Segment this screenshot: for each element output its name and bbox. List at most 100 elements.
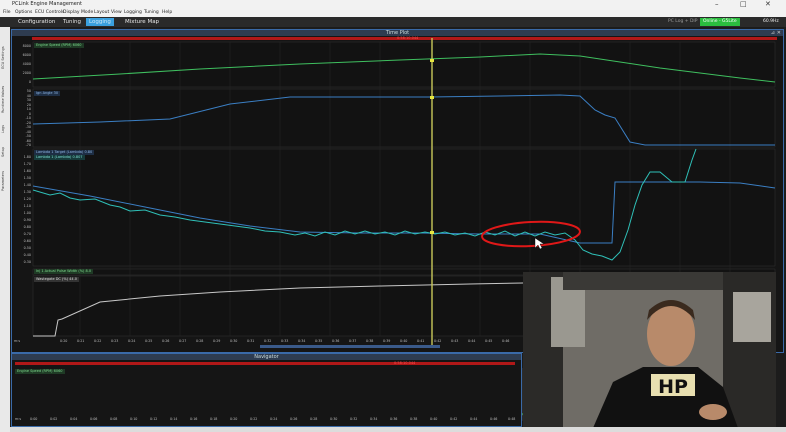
nav-x-tick: 0:22: [250, 417, 258, 421]
nav-x-tick: 0:00: [30, 417, 38, 421]
lambda-tick: 1.80: [23, 155, 31, 159]
nav-x-tick: 0:32: [350, 417, 358, 421]
nav-x-tick: 0:40: [430, 417, 438, 421]
x-tick: 0:30: [230, 339, 238, 343]
webcam-video-overlay: HP: [523, 272, 776, 428]
ign-tick: 0: [28, 111, 31, 116]
navigator-panel: Navigator 0:58:10.044: [11, 353, 522, 427]
x-tick: 0:36: [332, 339, 340, 343]
x-tick: 0:46: [502, 339, 510, 343]
lambda-tick: 0.90: [23, 218, 31, 222]
nav-x-tick: 0:34: [370, 417, 378, 421]
nav-x-tick: 0:48: [508, 417, 516, 421]
lambda-tick: 0.70: [23, 232, 31, 236]
x-tick: 0:44: [468, 339, 476, 343]
x-tick: 0:43: [451, 339, 459, 343]
lambda-tick: 1.20: [23, 197, 31, 201]
nav-x-tick: 0:12: [150, 417, 158, 421]
ign-tick: 40: [26, 93, 31, 98]
nav-x-tick: 0:06: [90, 417, 98, 421]
channel-label-lambda-actual[interactable]: Lambda 1 (Lambda) 0.807: [34, 155, 85, 160]
x-tick: 0:20: [60, 339, 68, 343]
x-tick: 0:21: [77, 339, 85, 343]
ign-tick: -60: [25, 138, 31, 143]
ign-tick: 50: [26, 89, 31, 93]
channel-label-ign-angle[interactable]: Ign Angle 30: [34, 91, 61, 96]
lambda-tick: 0.80: [23, 225, 31, 229]
lambda-tick: 0.50: [23, 246, 31, 250]
nav-x-tick: 0:38: [410, 417, 418, 421]
rpm-tick: 6000: [22, 53, 31, 57]
nav-x-tick: 0:14: [170, 417, 178, 421]
nav-x-tick: 0:24: [270, 417, 278, 421]
rpm-tick: 0: [28, 80, 31, 84]
x-tick: 0:28: [196, 339, 204, 343]
nav-x-tick: 0:18: [210, 417, 218, 421]
rpm-tick: 2000: [22, 71, 31, 75]
nav-x-tick: 0:26: [290, 417, 298, 421]
lambda-tick: 1.10: [23, 204, 31, 208]
nav-x-unit: m:s: [15, 417, 22, 421]
x-tick: 0:24: [128, 339, 136, 343]
ign-tick: -40: [25, 129, 31, 134]
nav-x-tick: 0:44: [470, 417, 478, 421]
lambda-tick: 1.00: [23, 211, 31, 215]
x-tick: 0:42: [434, 339, 442, 343]
navigator-cursor-time: 0:58:10.044: [394, 361, 416, 365]
channel-label-inj-pulse[interactable]: Inj 1 Actual Pulse Width (%) 8.0: [34, 269, 94, 274]
nav-x-tick: 0:20: [230, 417, 238, 421]
x-tick: 0:25: [145, 339, 153, 343]
horizontal-scrollbar[interactable]: [10, 427, 786, 432]
nav-x-tick: 0:02: [50, 417, 58, 421]
ign-tick: -30: [25, 125, 31, 129]
time-plot-scrollbar[interactable]: [260, 345, 440, 348]
x-tick: 0:29: [213, 339, 221, 343]
nav-x-tick: 0:16: [190, 417, 198, 421]
nav-x-tick: 0:10: [130, 417, 138, 421]
x-tick: 0:22: [94, 339, 102, 343]
x-tick: 0:38: [366, 339, 374, 343]
x-tick: 0:34: [298, 339, 306, 343]
nav-x-tick: 0:08: [110, 417, 118, 421]
nav-x-tick: 0:04: [70, 417, 78, 421]
ign-tick: -50: [25, 134, 31, 138]
ign-tick: 10: [26, 107, 31, 111]
x-tick: 0:31: [247, 339, 255, 343]
lambda-tick: 0.40: [23, 253, 31, 257]
x-tick: 0:33: [281, 339, 289, 343]
channel-label-wastegate[interactable]: Wastegate DC (%) 44.0: [34, 277, 79, 282]
ign-tick: -10: [25, 116, 31, 120]
nav-x-tick: 0:30: [330, 417, 338, 421]
rpm-tick: 8000: [22, 44, 31, 48]
rpm-tick: 4000: [22, 62, 31, 66]
navigator-channel-label[interactable]: Engine Speed (RPM) 6060: [15, 369, 65, 374]
lambda-tick: 1.50: [23, 176, 31, 180]
navigator-range-bar[interactable]: [15, 362, 515, 365]
x-tick: 0:27: [179, 339, 187, 343]
shirt-logo-text: HP: [658, 376, 688, 398]
video-frame: HP: [523, 272, 776, 428]
x-tick: 0:41: [417, 339, 425, 343]
lambda-tick: 1.30: [23, 190, 31, 194]
channel-label-engine-speed[interactable]: Engine Speed (RPM) 6060: [34, 43, 84, 48]
lambda-tick: 1.40: [23, 183, 31, 187]
lambda-tick: 1.70: [23, 162, 31, 166]
x-tick: 0:40: [400, 339, 408, 343]
ign-tick: 30: [26, 98, 31, 102]
lambda-tick: 0.60: [23, 239, 31, 243]
nav-x-tick: 0:46: [490, 417, 498, 421]
nav-x-tick: 0:36: [390, 417, 398, 421]
x-tick: 0:45: [485, 339, 493, 343]
x-tick: 0:32: [264, 339, 272, 343]
lambda-tick: 0.30: [23, 260, 31, 264]
ign-tick: -20: [25, 120, 31, 125]
ign-tick: 20: [26, 102, 31, 107]
x-tick: 0:23: [111, 339, 119, 343]
x-tick: 0:37: [349, 339, 357, 343]
x-tick: 0:39: [383, 339, 391, 343]
x-tick: 0:35: [315, 339, 323, 343]
x-unit: m:s: [14, 339, 21, 343]
nav-x-tick: 0:42: [450, 417, 458, 421]
nav-x-tick: 0:28: [310, 417, 318, 421]
ign-tick: -70: [25, 143, 31, 147]
